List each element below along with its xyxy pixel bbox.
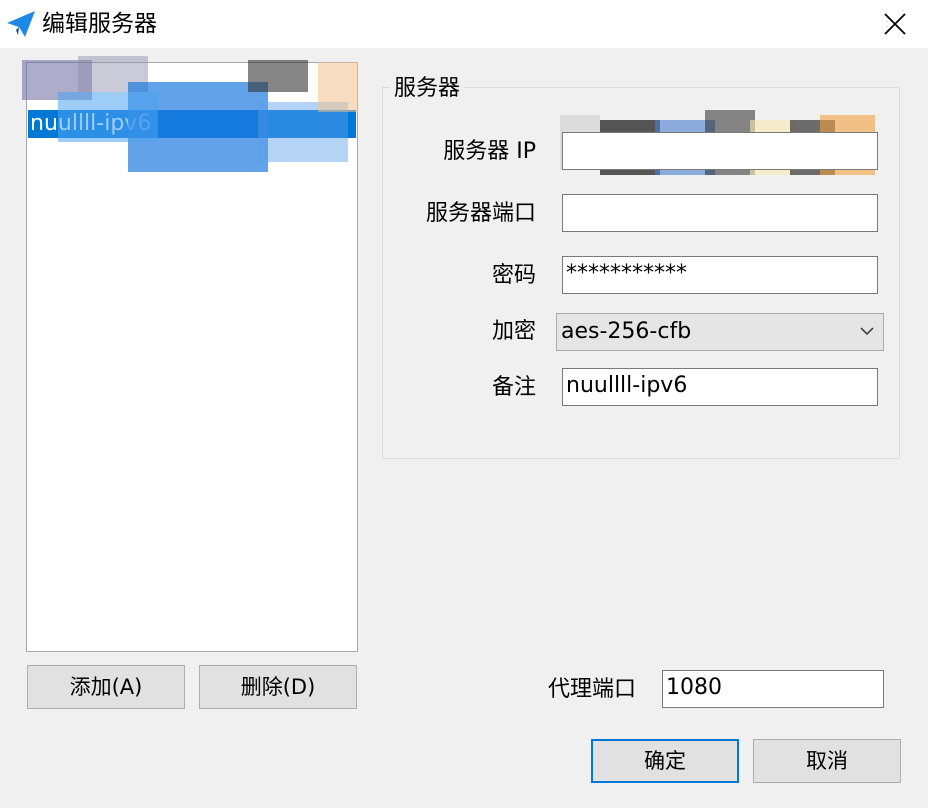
encryption-select[interactable]: aes-256-cfb bbox=[556, 313, 884, 351]
server-group-title: 服务器 bbox=[390, 74, 465, 104]
server-port-field[interactable] bbox=[562, 194, 878, 232]
add-button[interactable]: 添加(A) bbox=[27, 665, 185, 709]
password-field[interactable]: *********** bbox=[562, 256, 878, 294]
server-port-label: 服务器端口 bbox=[425, 201, 536, 226]
proxy-port-label: 代理端口 bbox=[547, 677, 636, 702]
server-ip-label: 服务器 IP bbox=[443, 139, 536, 164]
server-list[interactable]: nuullll-ipv6 bbox=[26, 62, 358, 652]
title-bar: 编辑服务器 bbox=[0, 0, 928, 48]
remark-label: 备注 bbox=[491, 375, 536, 400]
encryption-label: 加密 bbox=[491, 319, 536, 344]
list-item-label: nuullll-ipv6 bbox=[30, 111, 152, 136]
window-title: 编辑服务器 bbox=[42, 11, 157, 37]
encryption-value: aes-256-cfb bbox=[561, 319, 692, 344]
chevron-down-icon bbox=[860, 327, 874, 336]
remark-field[interactable]: nuullll-ipv6 bbox=[562, 368, 878, 406]
edit-server-dialog: 编辑服务器 nuullll-ipv6 添加(A) 删除(D) 服务器 服务器 I… bbox=[0, 0, 928, 808]
close-icon bbox=[884, 13, 906, 35]
list-item[interactable]: nuullll-ipv6 bbox=[28, 110, 356, 138]
close-button[interactable] bbox=[860, 0, 928, 48]
proxy-port-field[interactable]: 1080 bbox=[662, 670, 884, 708]
paper-plane-icon bbox=[6, 10, 36, 38]
password-label: 密码 bbox=[491, 263, 536, 288]
server-ip-field[interactable] bbox=[562, 132, 878, 170]
ok-button[interactable]: 确定 bbox=[591, 739, 739, 783]
cancel-button[interactable]: 取消 bbox=[753, 739, 901, 783]
delete-button[interactable]: 删除(D) bbox=[199, 665, 357, 709]
